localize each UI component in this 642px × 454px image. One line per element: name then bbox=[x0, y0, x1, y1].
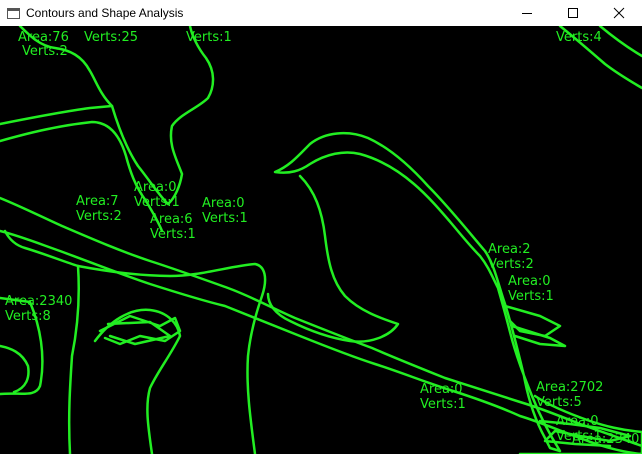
left-small-contour bbox=[0, 344, 30, 394]
label-verts-25: Verts:25 bbox=[84, 30, 139, 45]
window-controls bbox=[504, 0, 642, 26]
label-area-2702: Area:2702 Verts:5 bbox=[536, 380, 604, 410]
minimize-button[interactable] bbox=[504, 0, 550, 26]
close-icon bbox=[613, 7, 625, 19]
label-verts-4: Verts:4 bbox=[556, 30, 602, 45]
label-area-0-d: Area:0 Verts:1 bbox=[420, 382, 466, 412]
app-window-icon bbox=[7, 7, 20, 19]
label-area-2340-right: Area:2340 bbox=[572, 432, 640, 447]
label-area-2340-left: Area:2340 Verts:8 bbox=[5, 294, 73, 324]
label-area-2: Area:2 Verts:2 bbox=[488, 242, 534, 272]
title-bar[interactable]: Contours and Shape Analysis bbox=[0, 0, 642, 26]
close-button[interactable] bbox=[596, 0, 642, 26]
label-area-0-a: Area:0 Verts:1 bbox=[134, 180, 180, 210]
app-window: Contours and Shape Analysis Area:76 Vert… bbox=[0, 0, 642, 454]
bird-wing-contour bbox=[266, 174, 400, 343]
leaf-cluster-scribble bbox=[98, 314, 182, 346]
leaf-cluster-contour bbox=[93, 308, 182, 454]
label-area-7: Area:7 Verts:2 bbox=[76, 194, 122, 224]
maximize-icon bbox=[568, 8, 578, 18]
label-area-0-b: Area:0 Verts:1 bbox=[202, 196, 248, 226]
label-verts-1-top: Verts:1 bbox=[186, 30, 232, 45]
label-area-0-c: Area:0 Verts:1 bbox=[508, 274, 554, 304]
corner-contour-top-right-2 bbox=[598, 26, 642, 58]
window-title: Contours and Shape Analysis bbox=[26, 6, 184, 20]
minimize-icon bbox=[522, 13, 532, 14]
maximize-button[interactable] bbox=[550, 0, 596, 26]
label-verts-2-top: Verts:2 bbox=[22, 44, 68, 59]
contour-canvas[interactable]: Area:76 Verts:25 Verts:1 Verts:2 Verts:4… bbox=[0, 26, 642, 454]
label-area-6: Area:6 Verts:1 bbox=[150, 212, 196, 242]
label-area-76: Area:76 bbox=[18, 30, 69, 45]
